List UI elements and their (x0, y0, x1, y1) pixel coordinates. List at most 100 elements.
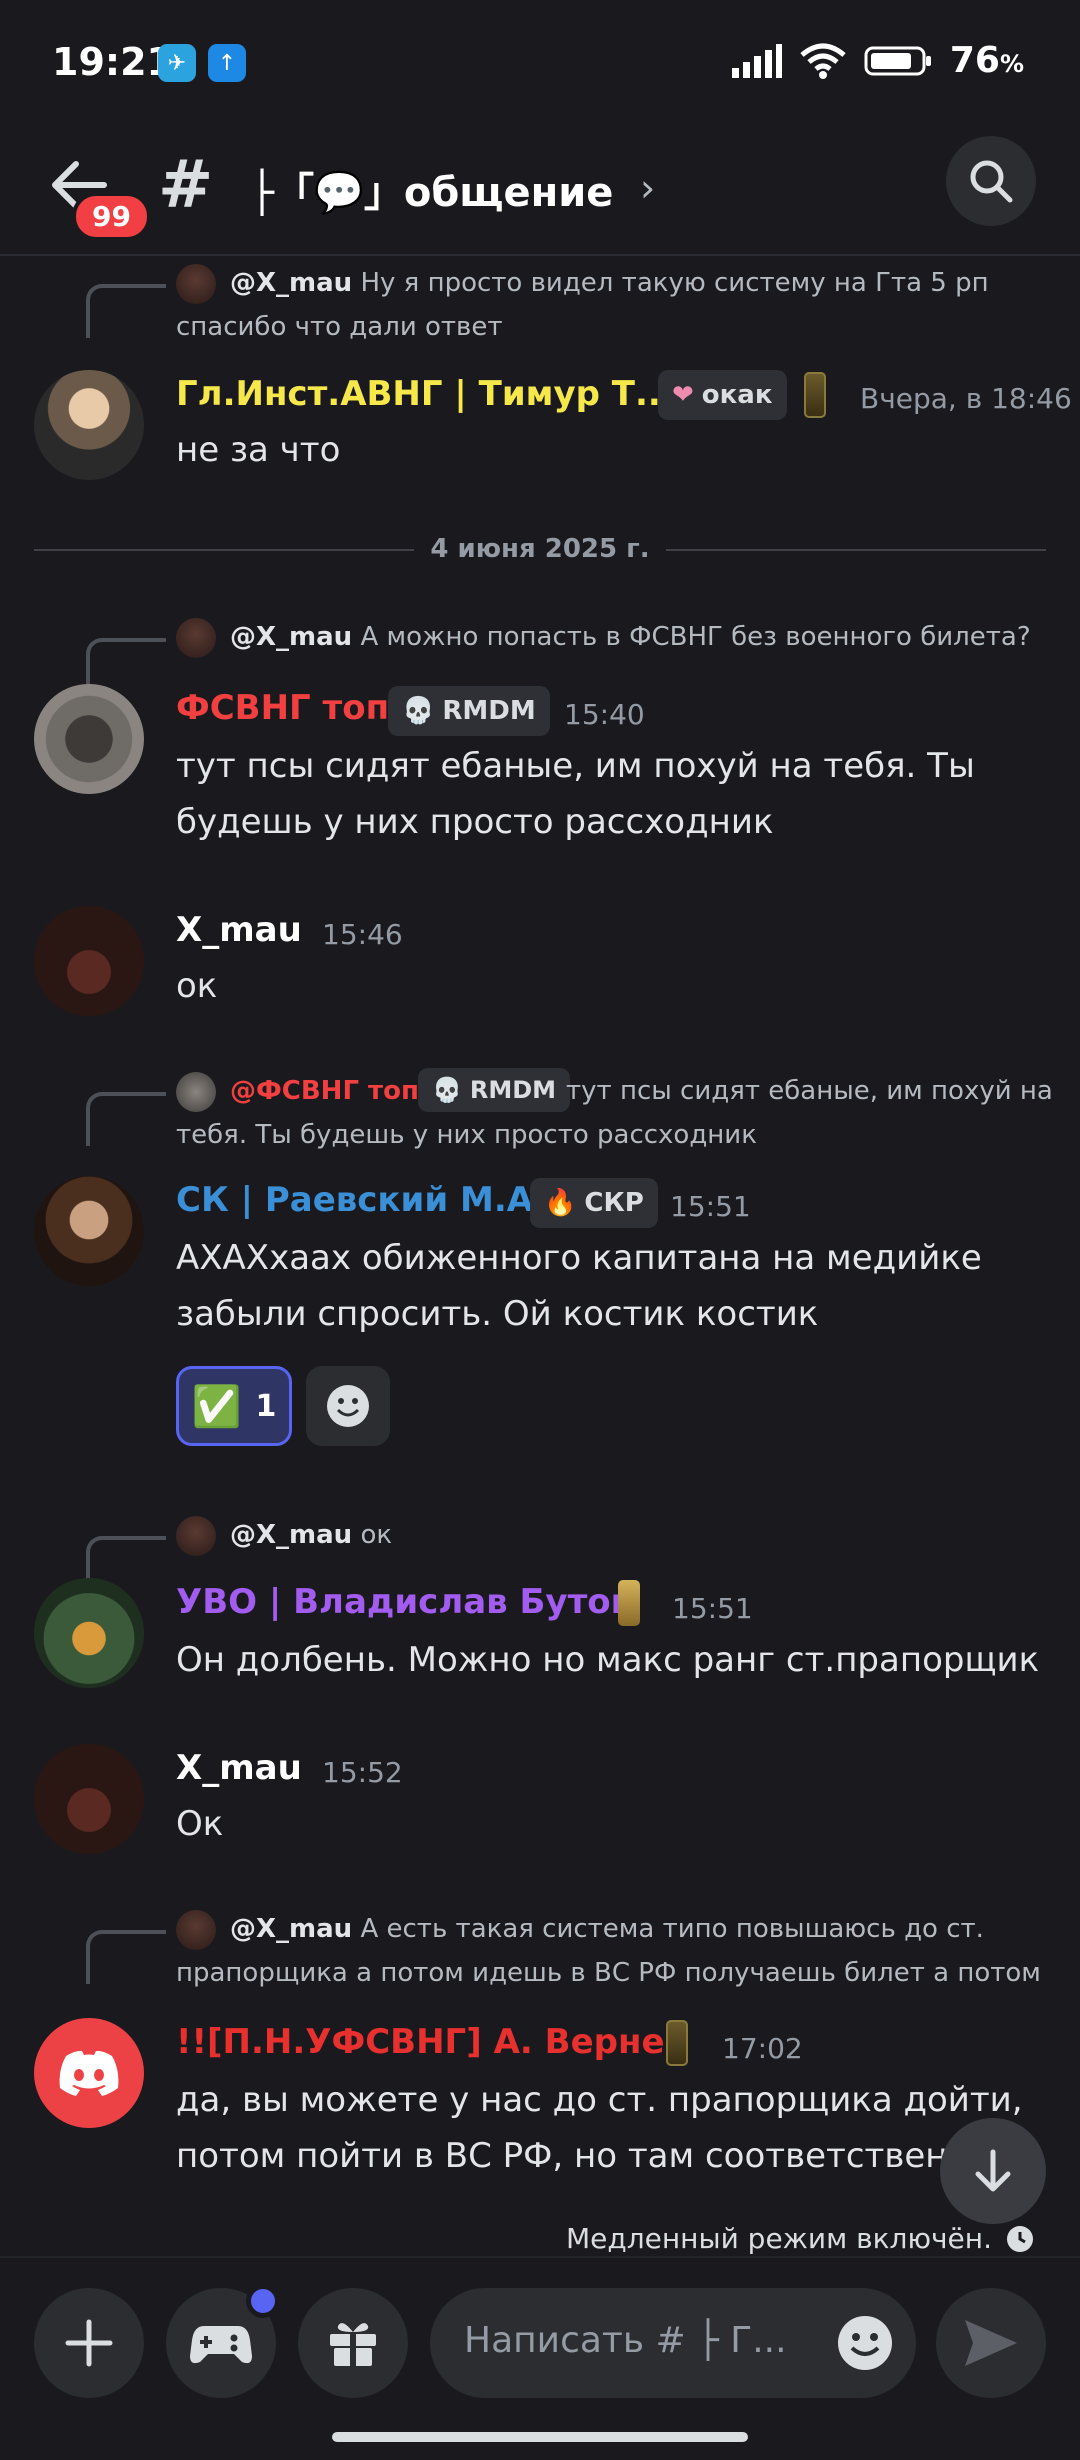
message-timestamp: 15:40 (564, 698, 645, 731)
avatar[interactable] (34, 2018, 144, 2128)
message-text: не за что (176, 430, 341, 470)
reply-preview-line1[interactable]: тут псы сидят ебаные, им похуй на (566, 1070, 1053, 1112)
emoji-picker-button[interactable] (836, 2314, 894, 2376)
activities-button[interactable] (166, 2284, 280, 2398)
upload-icon: ↑ (208, 44, 246, 82)
reply-preview[interactable]: @ФСВНГ топ (230, 1070, 419, 1112)
wifi-icon (800, 43, 846, 79)
message-timestamp: 15:46 (322, 918, 403, 951)
discord-logo-icon (59, 2050, 119, 2096)
message-timestamp: 15:51 (670, 1190, 751, 1223)
message-timestamp: 15:51 (672, 1592, 753, 1625)
notification-dot (246, 2284, 280, 2318)
message-author[interactable]: ФСВНГ топ (176, 688, 389, 728)
rank-icon (666, 2020, 688, 2066)
send-button[interactable] (936, 2288, 1046, 2398)
reply-avatar (176, 618, 216, 658)
avatar[interactable] (34, 906, 144, 1016)
avatar[interactable] (34, 684, 144, 794)
hash-icon: # (158, 146, 214, 223)
message-composer: Написать # ├ Г... (0, 2256, 1080, 2460)
message-author[interactable]: !![П.Н.УФСВНГ] А. Вернер (176, 2022, 689, 2062)
clock-icon (1007, 2225, 1033, 2252)
emoji-icon (838, 2316, 892, 2370)
channel-header: 99 # ├「💬」общение › (0, 130, 1080, 256)
reply-preview[interactable]: @X_mau А можно попасть в ФСВНГ без военн… (230, 616, 1031, 658)
message-timestamp: Вчера, в 18:46 (860, 382, 1072, 415)
unread-badge: 99 (72, 192, 151, 241)
reply-connector (86, 1930, 166, 1984)
reply-role-tag: 💀 RMDM (418, 1068, 571, 1112)
emoji-icon (327, 1385, 369, 1427)
message-text: тут псы сидят ебаные, им похуй на тебя. … (176, 746, 975, 786)
channel-title[interactable]: ├「💬」общение (250, 160, 613, 218)
jump-to-present-button[interactable] (940, 2118, 1046, 2224)
message-list[interactable]: @X_mau Ну я просто видел такую систему н… (0, 258, 1080, 2256)
message-input-placeholder: Написать # ├ Г... (464, 2320, 787, 2361)
home-indicator (332, 2432, 748, 2442)
message-text: будешь у них просто рассходник (176, 802, 774, 842)
rank-icon (804, 372, 826, 418)
reply-preview[interactable]: @X_mau Ну я просто видел такую систему н… (230, 262, 989, 304)
message-timestamp: 15:52 (322, 1756, 403, 1789)
reply-connector (86, 284, 166, 338)
attach-button[interactable] (34, 2288, 144, 2398)
status-time: 19:21 (52, 40, 173, 84)
arrow-down-icon (975, 2149, 1011, 2192)
status-bar: 19:21 ✈ ↑ 76% (0, 0, 1080, 130)
battery-percent: 76% (949, 40, 1024, 81)
search-icon (970, 160, 1013, 203)
gamepad-icon (190, 2326, 252, 2364)
message-input[interactable]: Написать # ├ Г... (430, 2288, 916, 2398)
message-text: Он долбень. Можно но макс ранг ст.прапор… (176, 1640, 1040, 1680)
avatar[interactable] (34, 1578, 144, 1688)
avatar[interactable] (34, 1176, 144, 1286)
message-author[interactable]: СК | Раевский М.А. (176, 1180, 546, 1220)
message-author[interactable]: X_mau (176, 910, 302, 950)
add-reaction-button[interactable] (306, 1366, 390, 1446)
checkmark-emoji: ✅ (191, 1383, 242, 1430)
message-text: забыли спросить. Ой костик костик (176, 1294, 819, 1334)
battery-icon (864, 46, 931, 75)
search-button[interactable] (946, 136, 1036, 226)
send-icon (965, 2320, 1017, 2366)
reply-avatar (176, 264, 216, 304)
message-text: да, вы можете у нас до ст. прапорщика до… (176, 2080, 1023, 2120)
message-author[interactable]: Гл.Инст.АВНГ | Тимур Т... (176, 374, 674, 414)
message-text: АХАХхаах обиженного капитана на медийке (176, 1238, 982, 1278)
gift-button[interactable] (298, 2288, 408, 2398)
reply-preview-line2[interactable]: тебя. Ты будешь у них просто рассходник (176, 1114, 757, 1156)
status-indicators: 76% (731, 40, 1024, 81)
reply-preview-line2[interactable]: прапорщика а потом идешь в ВС РФ получае… (176, 1952, 1041, 1994)
reaction-count: 1 (255, 1388, 277, 1424)
plus-icon (65, 2319, 113, 2367)
skull-icon: 💀 (432, 1076, 462, 1104)
reply-connector (86, 1092, 166, 1146)
message-text: потом пойти в ВС РФ, но там соответствен… (176, 2136, 970, 2176)
gift-icon (330, 2323, 376, 2366)
fire-icon: 🔥 (544, 1188, 577, 1218)
telegram-icon: ✈ (158, 44, 196, 82)
chevron-right-icon[interactable]: › (640, 166, 655, 210)
reply-preview[interactable]: @X_mau А есть такая система типо повышаю… (230, 1908, 984, 1950)
message-text: Ок (176, 1804, 224, 1844)
role-tag[interactable]: 💀 RMDM (388, 686, 550, 736)
role-tag[interactable]: ❤ окак (658, 370, 787, 420)
reply-avatar (176, 1910, 216, 1950)
role-tag[interactable]: 🔥 СКР (530, 1178, 658, 1228)
avatar[interactable] (34, 1744, 144, 1854)
rank-icon (618, 1580, 640, 1626)
slow-mode-notice: Медленный режим включён. (566, 2222, 1034, 2255)
message-author[interactable]: УВО | Владислав Бутов (176, 1582, 632, 1622)
message-author[interactable]: X_mau (176, 1748, 302, 1788)
message-timestamp: 17:02 (722, 2032, 803, 2065)
skull-icon: 💀 (402, 696, 435, 726)
reply-preview[interactable]: @X_mau ок (230, 1514, 392, 1556)
reply-preview-line2[interactable]: спасибо что дали ответ (176, 306, 503, 348)
message-text: ок (176, 966, 218, 1006)
reply-avatar (176, 1072, 216, 1112)
reply-avatar (176, 1516, 216, 1556)
heart-icon: ❤ (672, 380, 694, 410)
reaction-checkmark[interactable]: ✅ 1 (176, 1366, 292, 1446)
avatar[interactable] (34, 370, 144, 480)
